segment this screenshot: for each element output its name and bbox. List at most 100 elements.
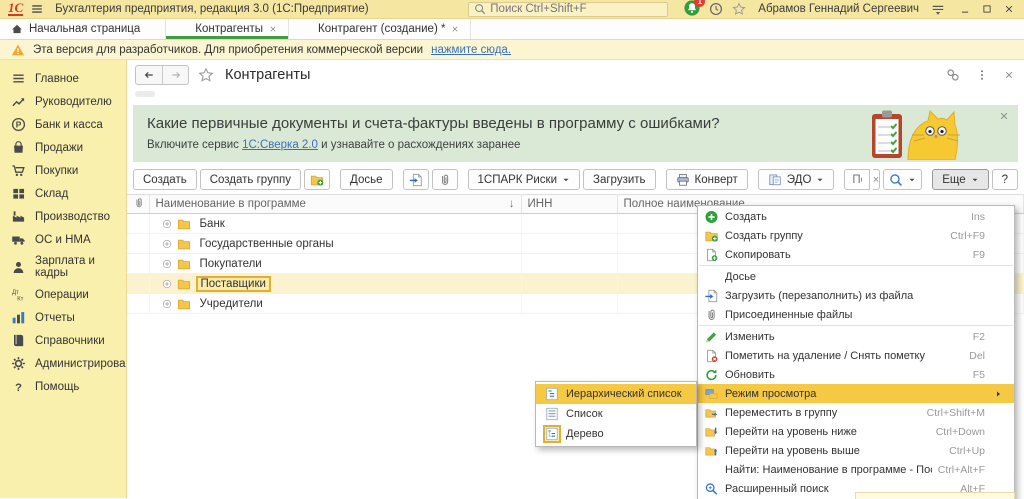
inn-column-header[interactable]: ИНН xyxy=(521,195,617,214)
sidebar-item[interactable]: Администрирование xyxy=(0,352,126,375)
submenu-item-icon xyxy=(545,387,559,401)
tab-close-icon[interactable] xyxy=(451,25,459,33)
menu-item-shortcut: Ctrl+Up xyxy=(949,445,985,457)
sidebar-item[interactable]: Зарплата и кадры xyxy=(0,251,126,283)
context-menu-item[interactable]: Обновить F5 xyxy=(698,365,1014,384)
page-header-actions xyxy=(946,68,1014,82)
sidebar-item[interactable]: Покупки xyxy=(0,159,126,182)
service-settings-icon[interactable] xyxy=(931,2,945,16)
dossier-button[interactable]: Досье xyxy=(340,169,392,190)
notifications-bell[interactable]: 1 xyxy=(684,0,700,19)
history-icon[interactable] xyxy=(709,2,723,16)
forward-button[interactable] xyxy=(162,66,188,84)
global-search-input[interactable] xyxy=(490,3,662,15)
sections-sidebar: Главное Руководителю Р Банк и касса Прод… xyxy=(0,60,127,498)
sidebar-item[interactable]: Отчеты xyxy=(0,306,126,329)
close-window-icon[interactable] xyxy=(1004,4,1014,14)
edo-button[interactable]: ЭДО xyxy=(758,169,835,190)
menu-item-shortcut: Ctrl+F9 xyxy=(950,230,985,242)
sidebar-item[interactable]: Руководителю xyxy=(0,90,126,113)
page-nav-tab[interactable] xyxy=(135,91,155,97)
sort-descending-indicator[interactable]: ↓ xyxy=(509,198,515,210)
expand-group-icon[interactable] xyxy=(162,259,172,269)
sidebar-item[interactable]: ? Помощь xyxy=(0,375,126,398)
expand-group-icon[interactable] xyxy=(162,299,172,309)
tab-close-icon[interactable] xyxy=(269,25,277,33)
global-search[interactable] xyxy=(468,2,668,17)
sidebar-item[interactable]: Склад xyxy=(0,182,126,205)
current-user[interactable]: Абрамов Геннадий Сергеевич xyxy=(758,3,919,15)
more-button[interactable]: Еще xyxy=(932,169,988,190)
sidebar-item[interactable]: ДтКт Операции xyxy=(0,283,126,306)
create-group-button[interactable]: Создать группу xyxy=(200,169,301,190)
name-cell[interactable]: Покупатели xyxy=(149,254,521,274)
name-cell[interactable]: Государственные органы xyxy=(149,234,521,254)
list-search-field[interactable] xyxy=(844,169,869,190)
sidebar-item[interactable]: Главное xyxy=(0,67,126,90)
context-menu-item[interactable]: Найти: Наименование в программе - Постав… xyxy=(698,460,1014,479)
attachments-column-header[interactable] xyxy=(127,195,149,214)
sidebar-item[interactable]: Производство xyxy=(0,205,126,228)
load-button[interactable]: Загрузить xyxy=(583,169,656,190)
window-tab[interactable]: Контрагент (создание) * xyxy=(289,19,471,39)
menu-item-shortcut: Ctrl+Alt+F xyxy=(938,464,985,476)
context-menu-item[interactable]: Перейти на уровень ниже Ctrl+Down xyxy=(698,422,1014,441)
create-group-icon-button[interactable] xyxy=(304,169,330,190)
load-from-file-button[interactable] xyxy=(403,169,429,190)
envelope-button[interactable]: Конверт xyxy=(666,169,748,190)
expand-group-icon[interactable] xyxy=(162,219,172,229)
sidebar-item[interactable]: ОС и НМА xyxy=(0,228,126,251)
main-menu-icon[interactable] xyxy=(30,2,44,16)
attached-files-button[interactable] xyxy=(432,169,458,190)
context-menu-item[interactable]: Перейти на уровень выше Ctrl+Up xyxy=(698,441,1014,460)
name-cell[interactable]: Учредители xyxy=(149,294,521,314)
caret-down-icon xyxy=(562,176,570,184)
minimize-icon[interactable] xyxy=(960,4,970,14)
search-clear-button[interactable]: × xyxy=(873,169,880,190)
create-button[interactable]: Создать xyxy=(133,169,197,190)
sidebar-item[interactable]: Справочники xyxy=(0,329,126,352)
more-label: Еще xyxy=(942,174,965,186)
window-tab[interactable]: Начальная страница xyxy=(0,19,166,39)
group-name: Государственные органы xyxy=(196,237,338,251)
sidebar-item[interactable]: Р Банк и касса xyxy=(0,113,126,136)
page-nav-tabs xyxy=(127,87,1024,103)
get-link-icon[interactable] xyxy=(946,68,960,82)
favorite-page-star-icon[interactable] xyxy=(198,67,214,83)
maximize-icon[interactable] xyxy=(982,4,992,14)
buy-commercial-link[interactable]: нажмите сюда. xyxy=(431,44,511,56)
more-options-dots-icon[interactable] xyxy=(976,69,988,81)
back-button[interactable] xyxy=(136,66,162,84)
context-menu-item[interactable]: Создать группу Ctrl+F9 xyxy=(698,226,1014,245)
name-cell[interactable]: Банк xyxy=(149,214,521,234)
name-column-header[interactable]: Наименование в программе↓ xyxy=(149,195,521,214)
context-menu-item[interactable]: Загрузить (перезаполнить) из файла xyxy=(698,286,1014,305)
expand-group-icon[interactable] xyxy=(162,239,172,249)
favorites-star-icon[interactable] xyxy=(732,2,746,16)
submenu-item[interactable]: Дерево xyxy=(536,424,696,444)
context-menu-item[interactable]: Создать Ins xyxy=(698,207,1014,226)
expand-group-icon[interactable] xyxy=(162,279,172,289)
sverka-link[interactable]: 1С:Сверка 2.0 xyxy=(242,139,318,151)
sidebar-item[interactable]: Продажи xyxy=(0,136,126,159)
promo-close-icon[interactable] xyxy=(999,111,1009,121)
context-menu-item[interactable]: Присоединенные файлы xyxy=(698,305,1014,324)
search-options-button[interactable] xyxy=(883,169,922,190)
window-tab[interactable]: Контрагенты xyxy=(166,19,289,39)
submenu-item[interactable]: Список xyxy=(536,404,696,424)
close-page-icon[interactable] xyxy=(1004,70,1014,80)
window-title: Бухгалтерия предприятия, редакция 3.0 (1… xyxy=(55,3,368,15)
context-menu-item[interactable]: Переместить в группу Ctrl+Shift+M xyxy=(698,403,1014,422)
caret-down-icon xyxy=(971,176,979,184)
context-menu-item[interactable]: Изменить F2 xyxy=(698,327,1014,346)
tab-label: Контрагенты xyxy=(195,23,263,35)
spark-risks-button[interactable]: 1СПАРК Риски xyxy=(468,169,581,190)
context-menu-item[interactable]: Режим просмотра xyxy=(698,384,1014,403)
name-cell[interactable]: Поставщики xyxy=(149,274,521,294)
submenu-item[interactable]: Иерархический список xyxy=(536,384,696,404)
context-menu-item[interactable]: Досье xyxy=(698,267,1014,286)
context-menu-item[interactable]: Скопировать F9 xyxy=(698,245,1014,264)
context-menu-item[interactable]: Пометить на удаление / Снять пометку Del xyxy=(698,346,1014,365)
list-search-input[interactable] xyxy=(852,174,861,186)
help-button[interactable]: ? xyxy=(992,169,1018,190)
